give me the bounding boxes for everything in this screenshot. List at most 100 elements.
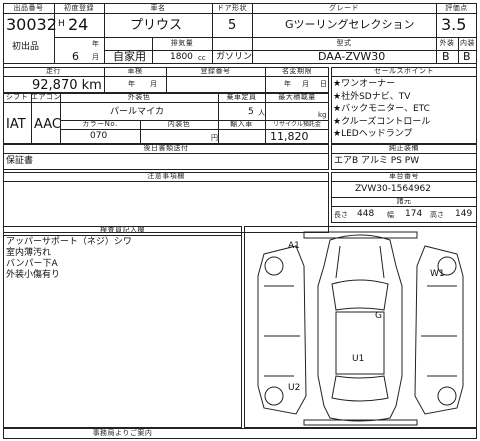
row-divider [3,235,242,236]
inspector-notes-list: アッパーサポート（ネジ）シワ 室内薄汚れ バンパー下A 外装小傷有り [6,237,132,281]
interior-color-label: 内装色 [167,120,191,128]
model-label: 型式 [336,39,352,47]
sales-point-item: ★ワンオーナー [333,79,396,89]
inspector-notes-label: 検査員記入欄 [100,226,145,234]
mileage-label: 走行 [46,67,61,75]
exterior-grade: B [442,50,450,63]
damage-mark: G [375,311,382,321]
row-divider [54,37,436,38]
usage-type: 自家用 [113,50,146,63]
score-label: 評価点 [445,4,468,12]
inspector-note-line: 室内薄汚れ [6,248,52,258]
name-change-deadline-label: 名変期限 [282,67,312,75]
row-divider [331,76,477,77]
roof-outline [335,311,385,375]
windshield-outline [331,279,389,311]
inspection-month-unit: 月 [150,80,157,88]
exterior-grade-label: 外装 [439,39,455,47]
row-divider [436,37,477,38]
deadline-year-unit: 年 [284,80,291,88]
exterior-color: パールマイカ [110,107,165,117]
grade-name: Gツーリングセレクション [285,18,415,31]
grade-label: グレード [329,4,359,12]
sales-points-label: セールスポイント [374,67,434,75]
height-label: 高さ [430,211,444,219]
equipment-value: エアB アルミ PS PW [334,156,420,166]
door-count: 5 [228,18,237,33]
row-divider [104,50,436,51]
load-unit: kg [318,111,327,119]
notes-label: 注意事項欄 [147,172,185,180]
displacement: 1800 [170,52,193,62]
first-listing-tag: 初出品 [12,42,40,52]
damage-mark: W1 [430,269,445,279]
header-divider [3,13,477,14]
model-code: DAA-ZVW30 [318,50,386,63]
inspection-year-unit: 年 [128,80,135,88]
month-unit: 月 [92,53,99,61]
footer-label: 事務局よりご案内 [92,429,153,437]
row-divider [331,206,477,207]
shift-value: IAT [6,117,26,132]
rear-window-outline [331,375,389,402]
capacity-value: 5 [248,107,254,117]
capacity-label: 乗車定員 [226,93,257,101]
damage-mark: A1 [288,241,300,251]
damage-mark: U2 [288,383,300,393]
sales-point-item: ★LEDヘッドランプ [333,129,413,139]
interior-grade: B [463,50,471,63]
car-body-outline [317,234,403,422]
row-divider [3,102,329,103]
inspector-note-line: アッパーサポート（ネジ）シワ [6,237,132,247]
import-car-label: 輸入車 [230,120,253,128]
recycle-deposit-label: リサイクル預託金 [273,121,321,128]
row-divider [331,153,477,154]
row-divider [331,181,477,182]
chassis-number: ZVW30-1564962 [355,184,432,194]
registration-number-label: 登録番号 [200,67,231,75]
color-number-label: カラーNo. [82,120,118,128]
year-unit: 年 [92,40,99,48]
col-divider [212,50,213,63]
interior-grade-label: 内装 [460,39,475,47]
max-load-label: 最大積載量 [278,93,316,101]
lot-number-label: 出品番号 [13,4,44,12]
sales-point-item: ★バックモニター、ETC [333,104,430,114]
ac-value: AAC [34,117,61,132]
car-name: プリウス [130,18,183,33]
documents-label: 後日書類送付 [143,144,189,152]
exterior-color-label: 外装色 [127,93,151,101]
lot-number: 30032 [6,15,57,34]
row-divider [3,153,329,154]
width-value: 174 [405,209,423,219]
fuel-type: ガソリン [216,52,253,62]
ac-label: エアコン [31,93,61,101]
inspector-note-line: 外装小傷有り [6,270,61,280]
specs-label: 諸元 [396,197,412,205]
equipment-label: 純正装備 [389,144,419,152]
sales-point-item: ★クルーズコントロール [333,116,431,127]
inspection-label: 車検 [127,67,143,75]
sales-point-item: ★社外SDナビ、TV [333,91,411,102]
recycle-unit: 円 [211,134,218,142]
inspector-note-line: バンパー下A [6,259,58,269]
car-damage-diagram: A1 W1 G U1 U2 [257,231,464,426]
door-type-label: ドア形状 [217,4,247,12]
deadline-day-unit: 日 [320,80,327,88]
color-number: 070 [90,131,108,141]
length-label: 長さ [334,211,348,219]
displacement-label: 排気量 [170,39,194,47]
registration-year: 24 [68,15,89,34]
shift-label: シフト [5,93,29,101]
deadline-month-unit: 月 [302,80,309,88]
sales-points-list: ★ワンオーナー ★社外SDナビ、TV ★バックモニター、ETC ★クルーズコント… [333,78,475,141]
height-value: 149 [455,209,473,219]
first-registration-label: 初度登録 [64,4,94,12]
capacity-unit: 人 [258,109,265,117]
damage-mark: U1 [352,354,364,364]
car-name-label: 車名 [150,4,166,12]
row-divider [3,181,329,182]
mileage-value: 92,870 km [32,78,102,93]
length-value: 448 [357,209,375,219]
chassis-label: 車台番号 [389,172,419,180]
